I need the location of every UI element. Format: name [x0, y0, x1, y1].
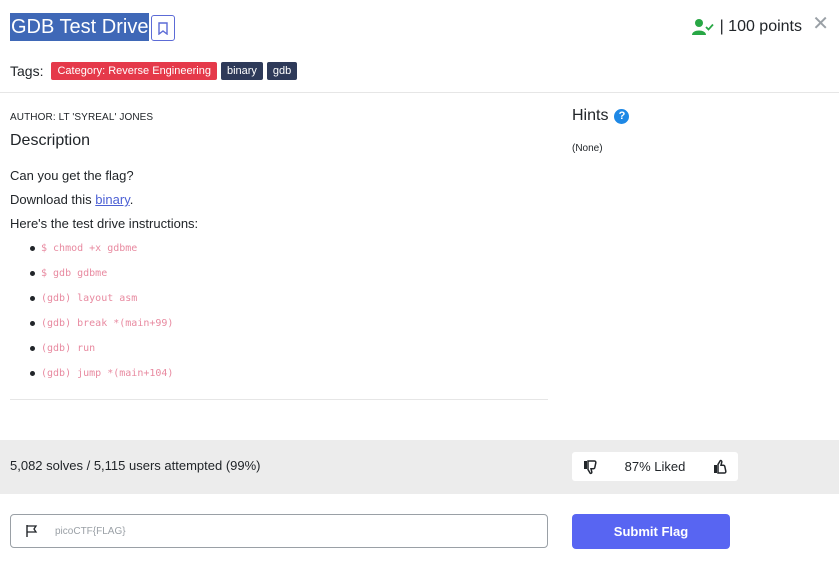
- tags-row: Tags: Category: Reverse Engineering bina…: [10, 62, 298, 80]
- points-display: | 100 points: [691, 16, 802, 38]
- tag-binary[interactable]: binary: [220, 62, 263, 80]
- flag-icon: [26, 525, 38, 537]
- description-line-1: Can you get the flag?: [10, 168, 134, 183]
- bookmark-icon: [158, 21, 168, 35]
- close-icon[interactable]: ✕: [812, 12, 829, 36]
- user-check-icon: [691, 19, 714, 35]
- flag-input[interactable]: [53, 524, 477, 538]
- hints-none: (None): [572, 143, 603, 154]
- help-icon[interactable]: ?: [614, 108, 630, 124]
- description-divider: [10, 399, 548, 400]
- description-heading: Description: [10, 132, 91, 149]
- instruction-item: (gdb) layout asm: [28, 290, 173, 315]
- like-box: 87% Liked: [572, 452, 738, 481]
- tag-gdb[interactable]: gdb: [266, 62, 298, 80]
- thumbs-down-icon[interactable]: [582, 459, 598, 475]
- download-suffix: .: [129, 192, 134, 207]
- points-text: | 100 points: [719, 18, 802, 35]
- tag-category[interactable]: Category: Reverse Engineering: [51, 62, 217, 80]
- hints-heading: Hints ?: [572, 107, 630, 125]
- instruction-item: (gdb) break *(main+99): [28, 315, 173, 340]
- instruction-item: (gdb) run: [28, 340, 173, 365]
- tags-label: Tags:: [10, 63, 44, 79]
- header-divider: [0, 92, 839, 93]
- description-line-2: Download this binary.: [10, 192, 133, 207]
- instruction-item: $ chmod +x gdbme: [28, 240, 173, 265]
- bookmark-button[interactable]: [151, 15, 175, 41]
- challenge-title: GDB Test Drive: [10, 13, 150, 41]
- description-line-3: Here's the test drive instructions:: [10, 216, 199, 231]
- instruction-item: $ gdb gdbme: [28, 265, 173, 290]
- solves-text: 5,082 solves / 5,115 users attempted (99…: [10, 458, 261, 473]
- flag-input-container: [10, 514, 548, 548]
- author: AUTHOR: LT 'SYREAL' JONES: [10, 112, 154, 123]
- instruction-list: $ chmod +x gdbme $ gdb gdbme (gdb) layou…: [28, 240, 173, 390]
- binary-download-link[interactable]: binary: [95, 192, 129, 207]
- download-prefix: Download this: [10, 192, 96, 207]
- thumbs-up-icon[interactable]: [712, 459, 728, 475]
- hints-heading-text: Hints: [572, 107, 609, 124]
- instruction-item: (gdb) jump *(main+104): [28, 365, 173, 390]
- liked-percentage: 87% Liked: [624, 459, 686, 474]
- submit-flag-button[interactable]: Submit Flag: [572, 514, 730, 549]
